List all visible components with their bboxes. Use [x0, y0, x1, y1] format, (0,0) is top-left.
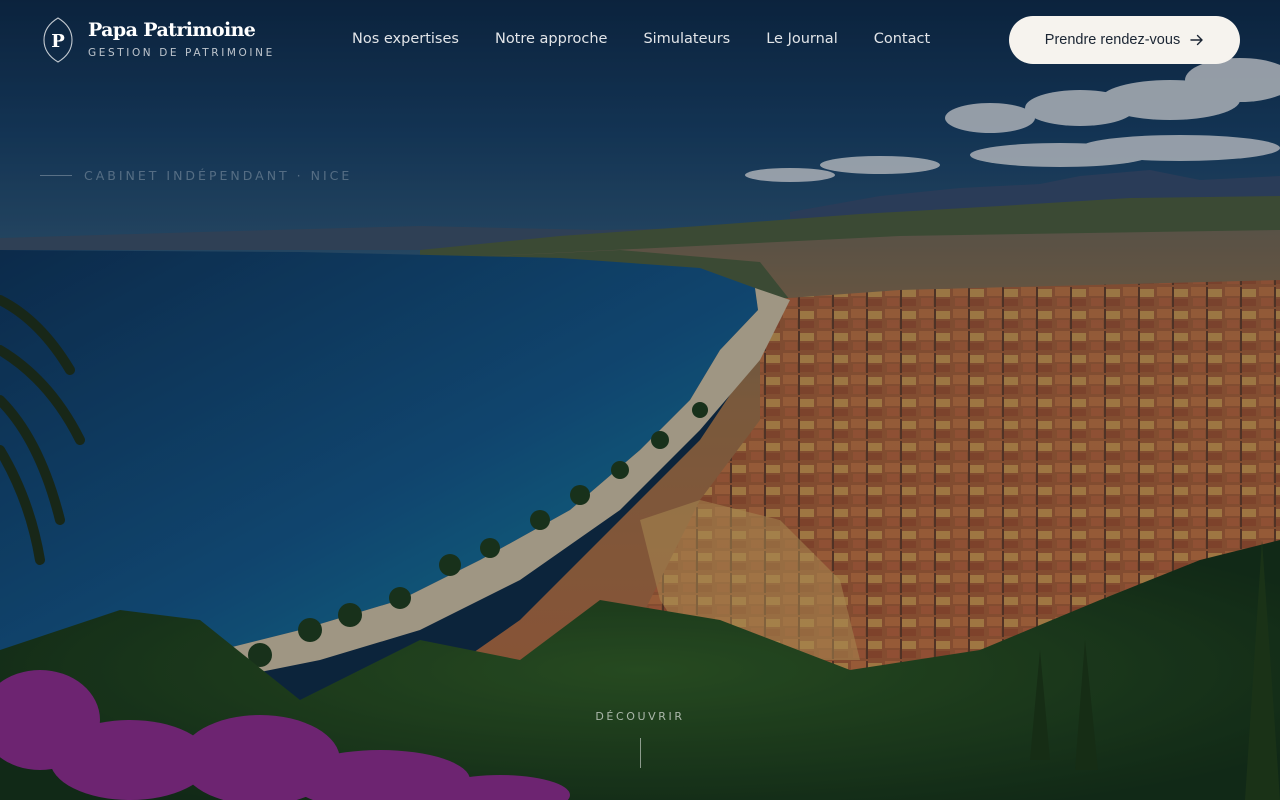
- logo-monogram-icon: P: [43, 17, 73, 63]
- book-appointment-button[interactable]: Prendre rendez-vous: [1009, 16, 1240, 64]
- scroll-indicator: DÉCOUVRIR: [0, 705, 1280, 768]
- hero-eyebrow: CABINET INDÉPENDANT · NICE: [40, 168, 352, 183]
- eyebrow-text: CABINET INDÉPENDANT · NICE: [84, 168, 353, 183]
- nav-item-contact[interactable]: Contact: [874, 31, 930, 47]
- nav-item-journal[interactable]: Le Journal: [766, 31, 838, 47]
- brand-logo[interactable]: P Papa Patrimoine GESTION DE PATRIMOINE: [42, 16, 275, 64]
- book-appointment-label: Prendre rendez-vous: [1044, 32, 1181, 48]
- eyebrow-divider: [40, 175, 72, 176]
- scroll-line: [639, 738, 641, 768]
- hero-overlay: [0, 0, 1280, 800]
- arrow-right-icon: [1190, 34, 1203, 46]
- nav-item-expertises[interactable]: Nos expertises: [352, 31, 459, 47]
- nav-item-simulateurs[interactable]: Simulateurs: [643, 31, 730, 47]
- svg-text:P: P: [51, 31, 65, 52]
- brand-tagline: GESTION DE PATRIMOINE: [88, 47, 275, 59]
- nav-item-approche[interactable]: Notre approche: [495, 31, 607, 47]
- main-navigation: Nos expertises Notre approche Simulateur…: [352, 31, 930, 47]
- discover-link[interactable]: DÉCOUVRIR: [595, 710, 684, 723]
- brand-name: Papa Patrimoine: [88, 19, 256, 41]
